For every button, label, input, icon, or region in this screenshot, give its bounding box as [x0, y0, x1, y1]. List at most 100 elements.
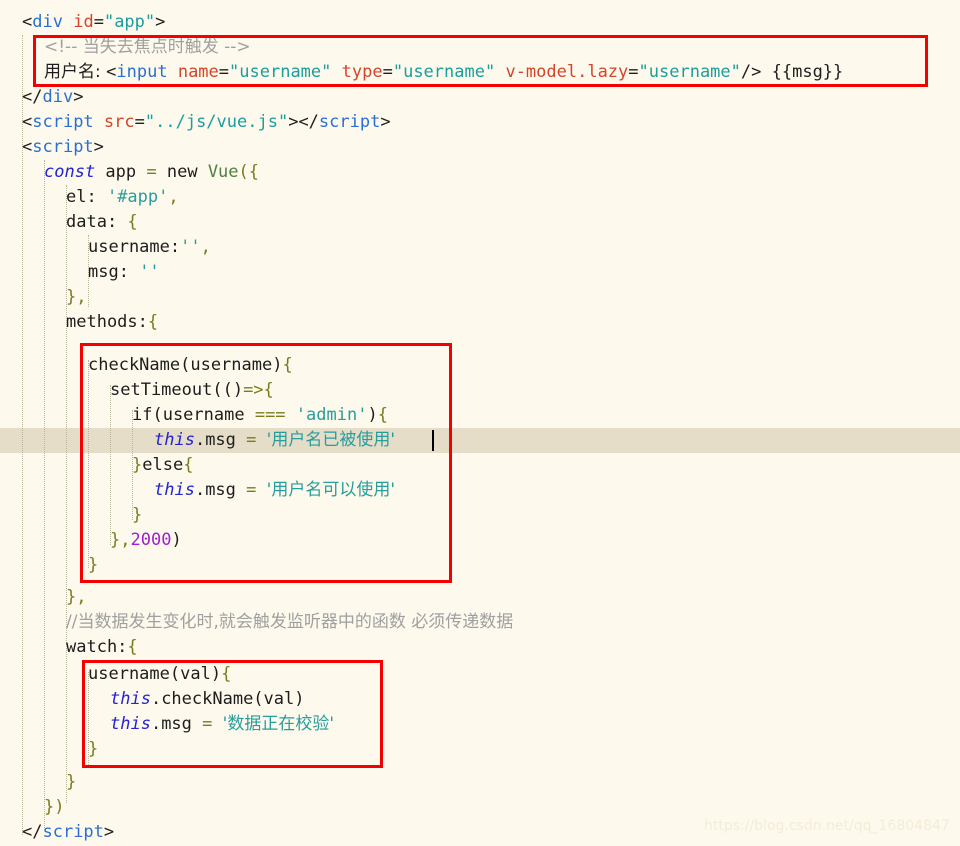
token-this: this — [110, 714, 151, 734]
token-comma: , — [120, 530, 131, 550]
token-this: this — [154, 430, 195, 450]
code-line-1: <div id="app"> — [0, 10, 165, 35]
token-attr: type — [341, 62, 383, 82]
code-line-10: username:'', — [0, 235, 211, 260]
token-brace: { — [183, 455, 194, 475]
token-brace: }) — [44, 797, 65, 817]
token-punct: </ — [22, 87, 43, 107]
token-brace: { — [127, 212, 138, 232]
token-eq: = — [93, 12, 104, 32]
token-operator: = — [246, 430, 257, 450]
token-tag: div — [42, 87, 74, 107]
code-line-16: if(username === 'admin'){ — [0, 403, 388, 428]
token-label: 用户名: — [44, 62, 107, 82]
token-brace: ({ — [238, 162, 260, 182]
token-operator: = — [202, 714, 213, 734]
token-eq: = — [134, 112, 145, 132]
token-brace: { — [282, 355, 293, 375]
token-constructor: Vue — [207, 162, 239, 182]
token-string: '' — [180, 237, 201, 257]
token-html-comment: <!-- 当失去焦点时触发 --> — [44, 37, 251, 57]
code-line-26: username(val){ — [0, 662, 231, 687]
token-js-comment: //当数据发生变化时,就会触发监听器中的函数 必须传递数据 — [66, 612, 514, 632]
token-key: msg: — [88, 262, 140, 282]
code-line-19: this.msg = '用户名可以使用' — [0, 478, 395, 503]
code-line-13: methods:{ — [0, 310, 158, 335]
code-line-31: }) — [0, 795, 64, 820]
code-line-23: }, — [0, 585, 87, 610]
token-brace: { — [147, 312, 159, 332]
code-line-28: this.msg = '数据正在校验' — [0, 712, 334, 737]
code-line-27: this.checkName(val) — [0, 687, 304, 712]
token-string: '' — [139, 262, 160, 282]
code-line-29: } — [0, 737, 98, 762]
token-key: username: — [88, 237, 181, 257]
code-line-15: setTimeout(()=>{ — [0, 378, 274, 403]
token-property: .msg — [150, 714, 203, 734]
token-comma: , — [168, 187, 179, 207]
token-brace: { — [127, 637, 138, 657]
token-attr: name — [177, 62, 219, 82]
token-key: data: — [66, 212, 128, 232]
code-line-21: },2000) — [0, 528, 182, 553]
token-tag: script — [32, 112, 94, 132]
token-punct: > — [103, 822, 115, 842]
code-line-6: <script> — [0, 135, 104, 160]
token-punct: ) — [367, 405, 378, 425]
code-line-25: watch:{ — [0, 635, 138, 660]
token-string: '#app' — [106, 187, 169, 207]
token-operator: = — [246, 480, 257, 500]
token-punct: > — [93, 137, 104, 157]
token-punct: < — [106, 62, 117, 82]
token-attr-value: "app" — [103, 12, 156, 32]
token-punct: </ — [22, 822, 43, 842]
code-line-12: }, — [0, 285, 87, 310]
token-attr-value: "../js/vue.js" — [144, 112, 289, 132]
token-brace: } — [110, 530, 121, 550]
code-line-24: //当数据发生变化时,就会触发监听器中的函数 必须传递数据 — [0, 610, 513, 635]
token-punct: </ — [298, 112, 319, 132]
token-this: this — [154, 480, 195, 500]
token-string: 'admin' — [295, 405, 368, 425]
token-brace: } — [66, 287, 77, 307]
token-punct: > — [288, 112, 299, 132]
token-function: username(val) — [88, 664, 222, 684]
token-arrow: => — [243, 380, 264, 400]
token-brace: } — [88, 739, 99, 759]
token-tag: input — [116, 62, 168, 82]
token-tag: div — [32, 12, 63, 32]
token-key: el: — [66, 187, 107, 207]
token-comma: , — [200, 237, 211, 257]
token-brace: } — [88, 555, 99, 575]
code-line-30: } — [0, 770, 76, 795]
code-line-14: checkName(username){ — [0, 353, 293, 378]
token-tag: script — [42, 822, 104, 842]
code-line-5: <script src="../js/vue.js"></script> — [0, 110, 391, 135]
token-punct: < — [22, 112, 33, 132]
token-property: .msg — [194, 480, 247, 500]
token-operator: === — [254, 405, 286, 425]
token-eq: = — [382, 62, 393, 82]
token-eq: = — [218, 62, 230, 82]
token-attr-value: "username" — [392, 62, 496, 82]
code-line-22: } — [0, 553, 98, 578]
token-punct: ) — [171, 530, 182, 550]
token-brace: } — [66, 772, 77, 792]
token-string: '用户名已被使用' — [266, 430, 395, 450]
token-punct: > — [155, 12, 166, 32]
token-number: 2000 — [130, 530, 172, 550]
watermark: https://blog.csdn.net/qq_16804847 — [704, 818, 950, 834]
token-property: .msg — [194, 430, 247, 450]
token-punct: < — [22, 137, 33, 157]
token-comma: , — [76, 287, 87, 307]
token-attr: src — [103, 112, 135, 132]
token-brace: { — [263, 380, 274, 400]
code-line-18: }else{ — [0, 453, 193, 478]
